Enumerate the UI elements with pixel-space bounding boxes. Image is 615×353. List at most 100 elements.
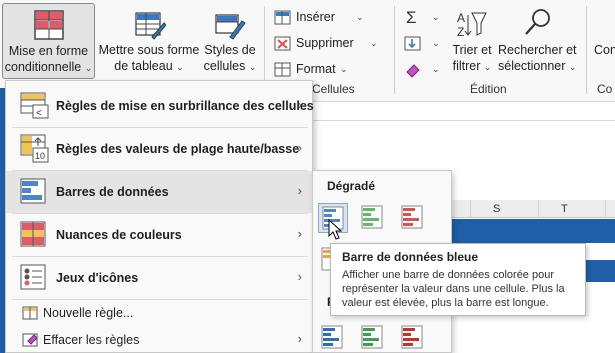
menu-item-top-bottom-rules[interactable]: 10 Règles des valeurs de plage haute/bas…: [6, 128, 312, 170]
menu-item-label: Règles de mise en surbrillance des cellu…: [56, 99, 314, 113]
menu-item-new-rule[interactable]: Nouvelle règle...: [6, 301, 312, 325]
delete-button[interactable]: Supprimer ⌄: [274, 34, 380, 54]
find-select-button[interactable]: Rechercher et sélectionner ⌄: [498, 3, 577, 79]
menu-item-label: Nuances de couleurs: [56, 228, 182, 242]
chevron-right-icon: ›: [297, 140, 302, 155]
new-rule-icon: [22, 306, 38, 320]
filled-row-band: [586, 260, 615, 282]
sort-filter-icon: A Z: [457, 11, 487, 39]
partial-group-label: Co: [597, 82, 613, 96]
fill-down-icon: [404, 36, 421, 51]
group-separator: [586, 6, 587, 94]
menu-item-label: Jeux d'icônes: [56, 271, 139, 285]
cell-styles-button[interactable]: Styles de cellules ⌄: [202, 3, 258, 79]
data-bars-icon: [20, 178, 46, 204]
svg-text:10: 10: [35, 151, 45, 161]
green-gradient-bar-icon: [361, 205, 383, 229]
chevron-down-icon: ⌄: [340, 64, 348, 74]
column-header-t[interactable]: T: [561, 203, 568, 215]
format-button[interactable]: Format ⌄: [274, 60, 354, 80]
edit-group-label: Édition: [470, 82, 507, 96]
menu-item-data-bars[interactable]: Barres de données ›: [6, 171, 312, 213]
svg-text:A: A: [457, 11, 465, 25]
svg-text:Z: Z: [457, 25, 464, 39]
red-solid-bar-icon: [401, 325, 423, 349]
clear-button[interactable]: ⌄: [404, 60, 444, 80]
chevron-right-icon: ›: [297, 183, 302, 198]
highlight-cells-icon: <: [20, 92, 49, 119]
row-line: [312, 120, 615, 121]
insert-label: Insérer: [296, 10, 335, 24]
column-header-s[interactable]: S: [493, 203, 500, 215]
conditional-format-label: Mise en forme conditionnelle ⌄: [4, 44, 93, 74]
menu-item-clear-rules[interactable]: Effacer les règles ›: [6, 328, 312, 352]
chevron-right-icon: ›: [297, 97, 302, 112]
find-select-label: Rechercher et sélectionner ⌄: [498, 43, 577, 73]
format-cells-icon: [274, 62, 291, 77]
conditional-format-icon: [34, 10, 64, 40]
tooltip-title: Barre de données bleue: [342, 250, 479, 264]
chevron-down-icon: ⌄: [370, 38, 378, 48]
icon-sets-icon: [20, 264, 46, 290]
chevron-down-icon: ⌄: [84, 63, 93, 73]
fill-button[interactable]: ⌄: [404, 34, 444, 54]
menu-separator: [12, 299, 308, 300]
group-separator: [394, 6, 395, 94]
data-bar-blue-solid[interactable]: [318, 323, 348, 353]
menu-item-color-scales[interactable]: Nuances de couleurs ›: [6, 214, 312, 256]
chevron-right-icon: ›: [297, 226, 302, 241]
format-as-table-label: Mettre sous forme de tableau ⌄: [98, 43, 200, 73]
sort-filter-label: Trier et filtrer ⌄: [452, 43, 492, 73]
chevron-down-icon: ⌄: [176, 62, 184, 72]
chevron-down-icon: ⌄: [432, 38, 440, 48]
cell-styles-icon: [215, 14, 246, 40]
partial-ribbon-label: Con: [594, 43, 615, 57]
chevron-down-icon: ⌄: [248, 62, 257, 72]
sort-filter-button[interactable]: A Z Trier et filtrer ⌄: [448, 3, 496, 79]
delete-cells-icon: [274, 36, 291, 51]
chevron-down-icon: ⌄: [483, 62, 492, 72]
mouse-cursor-icon: [328, 219, 343, 240]
chevron-right-icon: ›: [297, 269, 302, 284]
format-table-icon: [135, 12, 166, 40]
data-bar-green-solid[interactable]: [358, 323, 388, 353]
format-as-table-button[interactable]: Mettre sous forme de tableau ⌄: [98, 3, 200, 79]
chevron-down-icon: ⌄: [568, 62, 577, 72]
sigma-icon: Σ: [406, 8, 417, 27]
cells-group-label: Cellules: [312, 82, 355, 96]
menu-item-icon-sets[interactable]: Jeux d'icônes ›: [6, 257, 312, 299]
menu-item-label: Règles des valeurs de plage haute/basse: [56, 142, 300, 156]
menu-item-highlight-rules[interactable]: < Règles de mise en surbrillance des cel…: [6, 85, 314, 127]
data-bar-red-solid[interactable]: [398, 323, 428, 353]
color-scales-icon: [20, 221, 46, 247]
data-bar-green-gradient[interactable]: [358, 203, 388, 233]
tooltip: Barre de données bleue Afficher une barr…: [330, 243, 586, 316]
delete-label: Supprimer: [296, 36, 354, 50]
blue-solid-bar-icon: [321, 325, 343, 349]
red-gradient-bar-icon: [401, 205, 423, 229]
conditional-format-button[interactable]: Mise en forme conditionnelle ⌄: [2, 3, 95, 79]
format-label: Format: [296, 62, 336, 76]
eraser-icon: [406, 64, 420, 78]
gradient-section-label: Dégradé: [327, 179, 376, 193]
chevron-down-icon: ⌄: [356, 12, 364, 22]
menu-item-label: Barres de données: [56, 185, 169, 199]
insert-button[interactable]: Insérer ⌄: [274, 8, 380, 28]
magnifier-icon: [525, 9, 550, 35]
chevron-down-icon: ⌄: [432, 64, 440, 74]
clear-rules-icon: [22, 333, 38, 347]
menu-item-label: Effacer les règles: [43, 333, 140, 347]
green-solid-bar-icon: [361, 325, 383, 349]
data-bar-red-gradient[interactable]: [398, 203, 428, 233]
top-bottom-icon: 10: [20, 134, 49, 163]
insert-cells-icon: [274, 10, 291, 25]
filled-row-band: [452, 219, 615, 243]
conditional-format-menu: < Règles de mise en surbrillance des cel…: [5, 80, 314, 353]
column-header-row: S T: [452, 200, 615, 218]
menu-item-label: Nouvelle règle...: [43, 306, 134, 320]
chevron-down-icon: ⌄: [432, 12, 440, 22]
tooltip-body: Afficher une barre de données colorée po…: [342, 269, 565, 309]
cell-styles-label: Styles de cellules ⌄: [203, 43, 257, 73]
svg-text:<: <: [36, 108, 42, 119]
autosum-button[interactable]: Σ ⌄: [404, 8, 444, 28]
